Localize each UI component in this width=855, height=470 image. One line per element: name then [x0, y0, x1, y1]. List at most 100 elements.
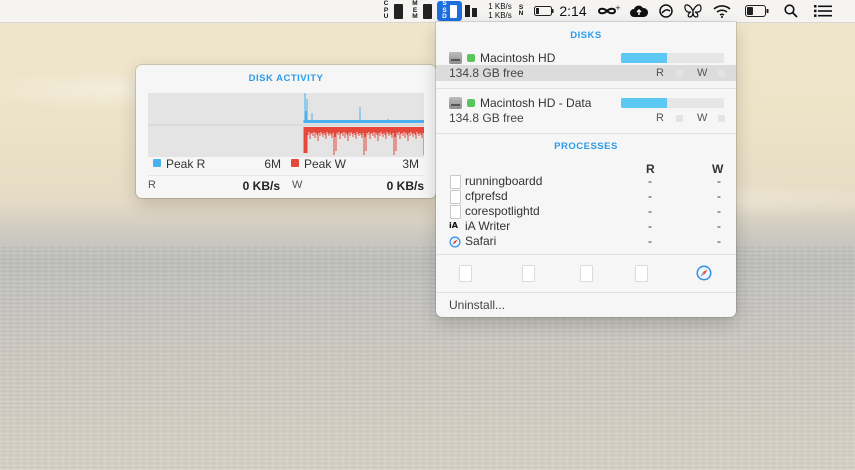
- disk-free-space: 134.8 GB free: [449, 111, 524, 125]
- disk-activity-icon[interactable]: [463, 0, 478, 22]
- process-row[interactable]: Safari - -: [436, 234, 736, 249]
- butterfly-icon[interactable]: [682, 0, 704, 22]
- disk-usage-fill: [621, 53, 668, 63]
- ssd-menu-item[interactable]: SSD: [437, 1, 462, 21]
- process-name: cfprefsd: [465, 189, 508, 203]
- mem-label[interactable]: MEM: [410, 0, 420, 22]
- disk-usage-bar: [621, 53, 724, 63]
- disk-write-label: W: [697, 67, 708, 79]
- disk-status-dot: [467, 54, 475, 62]
- disk-status-dot: [467, 99, 475, 107]
- cpu-letter: U: [383, 13, 389, 21]
- process-write: -: [717, 204, 721, 218]
- ssd-meter-icon: [449, 4, 457, 18]
- divider: [436, 292, 736, 293]
- disk-read-label: R: [656, 67, 664, 79]
- process-row[interactable]: corespotlightd - -: [436, 204, 736, 219]
- ia-writer-icon: iA: [449, 221, 458, 230]
- write-rate-label: W: [292, 179, 303, 191]
- process-name: corespotlightd: [465, 204, 540, 218]
- disk-read-indicator: [676, 70, 683, 77]
- document-icon: [450, 205, 461, 219]
- network-rates[interactable]: 1 KB/s 1 KB/s: [485, 0, 515, 22]
- disks-menu: DISKS Macintosh HD 134.8 GB free R W Mac…: [436, 22, 736, 317]
- activity-graph-svg: [148, 93, 425, 155]
- notification-center-icon[interactable]: [812, 0, 834, 22]
- process-row[interactable]: runningboardd - -: [436, 174, 736, 189]
- ssd-letter: D: [442, 13, 447, 21]
- peak-read-swatch: [153, 159, 161, 167]
- divider: [148, 175, 424, 176]
- net-letter: N: [518, 10, 524, 17]
- net-up-rate: 1 KB/s: [488, 2, 512, 11]
- process-name: iA Writer: [465, 219, 511, 233]
- net-down-rate: 1 KB/s: [488, 11, 512, 20]
- disk-write-label: W: [697, 112, 708, 124]
- process-write: -: [717, 189, 721, 203]
- top-process-document-icon[interactable]: [580, 265, 593, 282]
- top-process-document-icon[interactable]: [522, 265, 535, 282]
- disk-read-label: R: [656, 112, 664, 124]
- battery-small-icon[interactable]: [533, 0, 555, 22]
- disk-usage-fill: [621, 98, 668, 108]
- processes-title: PROCESSES: [554, 141, 618, 152]
- process-name: runningboardd: [465, 174, 543, 188]
- document-icon: [450, 190, 461, 204]
- divider: [436, 88, 736, 89]
- peak-write-value: 3M: [402, 157, 419, 171]
- read-rate-label: R: [148, 179, 156, 191]
- cpu-meter-icon[interactable]: [392, 0, 404, 22]
- process-read: -: [648, 219, 652, 233]
- top-process-document-icon[interactable]: [459, 265, 472, 282]
- spotlight-search-icon[interactable]: [781, 0, 801, 22]
- disk-free-space: 134.8 GB free: [449, 66, 524, 80]
- document-icon: [450, 175, 461, 189]
- infinity-icon[interactable]: +: [592, 0, 622, 22]
- process-write: -: [717, 219, 721, 233]
- peak-read-value: 6M: [264, 157, 281, 171]
- battery-icon[interactable]: [744, 0, 770, 22]
- read-rate-value: 0 KB/s: [242, 179, 280, 193]
- disk-usage-bar: [621, 98, 724, 108]
- disk-name: Macintosh HD - Data: [480, 96, 592, 110]
- disk-row-macintosh-hd-data[interactable]: Macintosh HD - Data 134.8 GB free R W: [436, 94, 736, 128]
- write-rate-value: 0 KB/s: [386, 179, 424, 193]
- read-series: [303, 93, 425, 123]
- top-process-safari-icon[interactable]: [696, 265, 712, 286]
- peak-write-label: Peak W: [304, 157, 347, 171]
- cpu-label[interactable]: CPU: [381, 0, 391, 22]
- uninstall-menu-item[interactable]: Uninstall...: [449, 298, 505, 312]
- process-row[interactable]: cfprefsd - -: [436, 189, 736, 204]
- menu-bar: CPU MEM SSD 1 KB/s 1 KB/s SN 2:14 +: [0, 0, 855, 23]
- process-read: -: [648, 189, 652, 203]
- safari-icon: [449, 235, 461, 253]
- process-read: -: [648, 174, 652, 188]
- process-read: -: [648, 234, 652, 248]
- process-read: -: [648, 204, 652, 218]
- hard-drive-icon: [449, 52, 462, 64]
- menubar-clock[interactable]: 2:14: [557, 0, 589, 22]
- disk-write-indicator: [718, 70, 725, 77]
- mem-meter-icon[interactable]: [421, 0, 433, 22]
- process-name: Safari: [465, 234, 497, 248]
- peak-write-swatch: [291, 159, 299, 167]
- do-not-disturb-icon[interactable]: [656, 0, 676, 22]
- disk-read-indicator: [676, 115, 683, 122]
- disk-write-indicator: [718, 115, 725, 122]
- disks-title: DISKS: [570, 30, 602, 41]
- peak-read-label: Peak R: [166, 157, 206, 171]
- read-trace: [303, 93, 425, 123]
- disk-activity-popover: DISK ACTIVITY Peak R 6M Peak W 3M R 0 KB…: [136, 65, 436, 198]
- divider: [436, 133, 736, 134]
- wifi-icon[interactable]: [711, 0, 733, 22]
- svg-text:+: +: [615, 4, 621, 12]
- disk-name: Macintosh HD: [480, 51, 556, 65]
- process-row[interactable]: iA iA Writer - -: [436, 219, 736, 234]
- net-label[interactable]: SN: [517, 0, 525, 22]
- hard-drive-icon: [449, 97, 462, 109]
- write-trace: [303, 127, 425, 155]
- write-series: [303, 127, 425, 155]
- disk-activity-graph: [148, 93, 425, 157]
- cloud-upload-icon[interactable]: [628, 0, 650, 22]
- top-process-document-icon[interactable]: [635, 265, 648, 282]
